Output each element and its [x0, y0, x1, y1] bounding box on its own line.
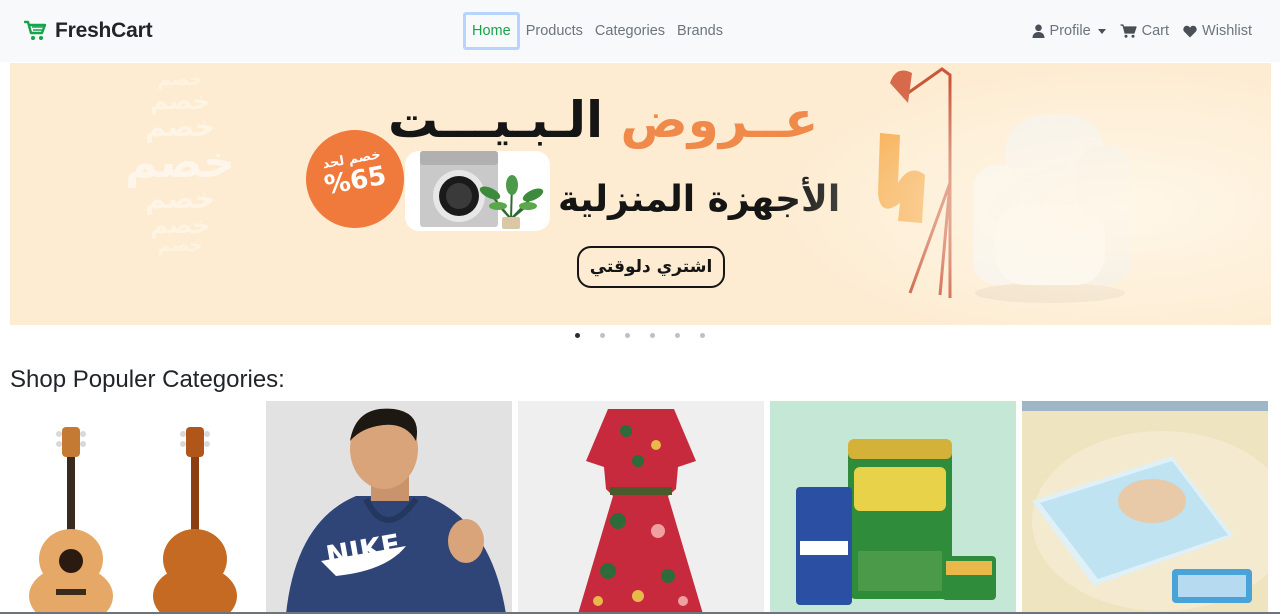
guitar-image	[29, 427, 237, 614]
nav-link-categories[interactable]: Categories	[589, 12, 671, 50]
category-card-mens-fashion[interactable]: NIKE	[266, 401, 512, 614]
discount-watermark: خصم خصم خصم خصم خصم خصم خصم	[125, 69, 235, 256]
mens-fashion-image: NIKE	[266, 401, 512, 614]
brand-mark-image	[878, 133, 925, 223]
promo-subtitle: الأجهزة المنزلية	[558, 179, 841, 220]
heart-icon	[1183, 25, 1197, 37]
navbar: FreshCart Home Products Categories Brand…	[0, 0, 1280, 62]
category-card-supermarket[interactable]	[770, 401, 1016, 614]
main-nav: Home Products Categories Brands	[463, 12, 729, 50]
slider-dot[interactable]	[600, 333, 605, 338]
cart-icon	[24, 20, 47, 40]
slider-dot[interactable]	[625, 333, 630, 338]
nav-link-products[interactable]: Products	[520, 12, 589, 50]
slider-indicators	[575, 333, 705, 338]
profile-dropdown[interactable]: Profile	[1032, 23, 1106, 39]
hero-slider[interactable]: خصم خصم خصم خصم خصم خصم خصم خصم لحد %65 …	[10, 63, 1271, 325]
slider-dot[interactable]	[675, 333, 680, 338]
shopping-cart-icon	[1120, 24, 1137, 38]
slider-dot[interactable]	[650, 333, 655, 338]
shop-now-button[interactable]: اشتري دلوقتي	[577, 246, 725, 288]
category-grid: NIKE	[10, 401, 1270, 614]
groceries-image	[770, 401, 1016, 614]
armchair-image	[973, 115, 1131, 303]
cart-link[interactable]: Cart	[1120, 23, 1169, 39]
user-icon	[1032, 24, 1045, 38]
nav-link-home[interactable]: Home	[463, 12, 520, 50]
wishlist-link[interactable]: Wishlist	[1183, 23, 1252, 39]
nav-link-brands[interactable]: Brands	[671, 12, 729, 50]
slider-dot[interactable]	[575, 333, 580, 338]
chevron-down-icon	[1097, 28, 1106, 34]
brand-logo[interactable]: FreshCart	[24, 19, 153, 43]
brand-name: FreshCart	[55, 19, 153, 42]
category-card-womens-fashion[interactable]	[518, 401, 764, 614]
profile-label: Profile	[1049, 23, 1091, 39]
slider-dot[interactable]	[700, 333, 705, 338]
wishlist-label: Wishlist	[1202, 23, 1252, 39]
category-card-music[interactable]	[10, 401, 256, 614]
plant-image	[479, 175, 544, 229]
category-card-baby-toys[interactable]	[1022, 401, 1268, 614]
cart-label: Cart	[1141, 23, 1170, 39]
diapers-image	[1022, 401, 1268, 614]
user-nav: Profile Cart Wishlist	[1032, 12, 1252, 50]
section-title: Shop Populer Categories:	[10, 366, 285, 393]
dress-image	[518, 401, 764, 614]
promo-title: عــروض الـبـيـــت	[388, 91, 819, 149]
floor-lamp-image	[890, 67, 952, 298]
